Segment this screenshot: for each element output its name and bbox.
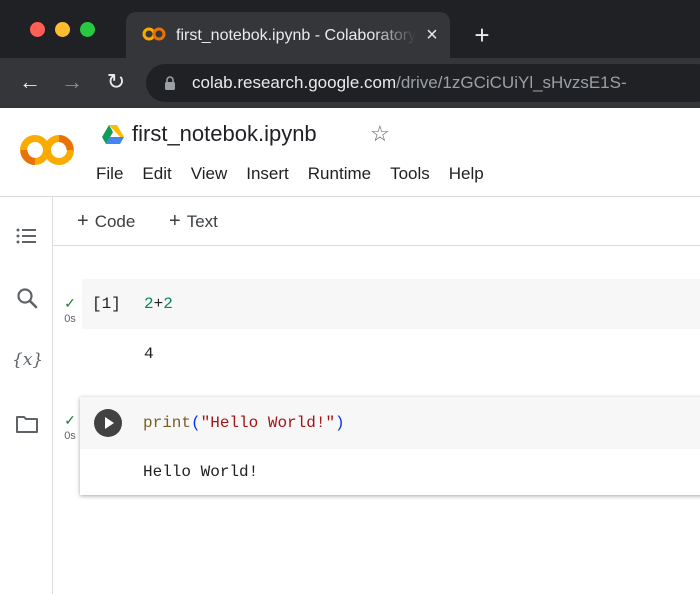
code-line[interactable]: print("Hello World!") [143, 413, 345, 433]
checkmark-icon: ✓ [64, 295, 76, 311]
colab-logo-icon[interactable] [18, 130, 76, 170]
code-line[interactable]: 2+2 [144, 294, 173, 314]
code-cell-focused[interactable]: print("Hello World!") Hello World! [80, 397, 700, 495]
add-text-label: Text [186, 212, 218, 231]
menu-bar: File Edit View Insert Runtime Tools Help [96, 162, 503, 186]
tab-close-icon[interactable]: × [422, 25, 442, 45]
menu-insert[interactable]: Insert [246, 162, 289, 186]
menu-tools[interactable]: Tools [390, 162, 430, 186]
window-close-button[interactable] [30, 22, 45, 37]
star-icon[interactable]: ☆ [370, 122, 390, 146]
window-minimize-button[interactable] [55, 22, 70, 37]
cell-output: 4 [144, 345, 154, 363]
notebook-toolbar: + Code + Text [53, 197, 700, 246]
code-token: 2 [144, 295, 154, 313]
menu-file[interactable]: File [96, 162, 123, 186]
execution-time: 0s [64, 430, 76, 442]
add-code-label: Code [94, 212, 136, 231]
browser-chrome: first_notebok.ipynb - Colaboratory × + ←… [0, 0, 700, 108]
add-text-cell-button[interactable]: + Text [169, 209, 218, 233]
code-token: 2 [163, 295, 173, 313]
google-drive-icon[interactable] [102, 124, 124, 144]
colab-favicon-icon [142, 27, 166, 41]
cell-status: ✓ 0s [60, 413, 80, 443]
code-token: ) [335, 414, 345, 432]
plus-icon: + [77, 210, 89, 232]
code-token: "Hello World!" [200, 414, 336, 432]
url-text: colab.research.google.com/drive/1zGCiCUi… [192, 72, 627, 94]
menu-runtime[interactable]: Runtime [308, 162, 371, 186]
folder-icon[interactable] [14, 411, 40, 437]
reload-button[interactable]: ↻ [102, 68, 130, 96]
execution-time: 0s [64, 313, 76, 325]
browser-toolbar: ← → ↻ colab.research.google.com/drive/1z… [0, 58, 700, 108]
address-bar[interactable]: colab.research.google.com/drive/1zGCiCUi… [146, 64, 700, 102]
code-editor[interactable]: print("Hello World!") [80, 397, 700, 449]
menu-view[interactable]: View [191, 162, 228, 186]
menu-help[interactable]: Help [449, 162, 484, 186]
colab-header: first_notebok.ipynb ☆ File Edit View Ins… [0, 108, 700, 197]
run-cell-icon[interactable] [94, 409, 122, 437]
forward-button[interactable]: → [58, 68, 86, 96]
code-token: print [143, 414, 192, 432]
table-of-contents-icon[interactable] [14, 223, 40, 249]
tab-strip: first_notebok.ipynb - Colaboratory × + [0, 0, 700, 58]
lock-icon [165, 76, 175, 90]
plus-icon: + [169, 210, 181, 232]
tab-title: first_notebok.ipynb - Colaboratory [176, 27, 416, 44]
checkmark-icon: ✓ [64, 412, 76, 428]
cell-output: Hello World! [143, 463, 259, 481]
variables-icon[interactable]: {x} [12, 347, 43, 373]
back-button[interactable]: ← [16, 68, 44, 96]
left-rail: {x} [0, 197, 53, 594]
code-cell[interactable]: [1] 2+2 [82, 279, 700, 329]
new-tab-button[interactable]: + [464, 20, 500, 50]
execution-count: [1] [92, 295, 121, 313]
add-code-cell-button[interactable]: + Code [77, 209, 135, 233]
url-host: colab.research.google.com [192, 73, 397, 92]
code-token: ( [191, 414, 201, 432]
cell-status: ✓ 0s [60, 296, 80, 326]
code-token: + [153, 295, 164, 313]
menu-edit[interactable]: Edit [142, 162, 171, 186]
browser-tab-active[interactable]: first_notebok.ipynb - Colaboratory × [126, 12, 450, 58]
window-zoom-button[interactable] [80, 22, 95, 37]
url-path: /drive/1zGCiCUiYl_sHvzsE1S- [396, 73, 627, 92]
notebook-title[interactable]: first_notebok.ipynb [132, 120, 317, 148]
search-icon[interactable] [14, 285, 40, 311]
